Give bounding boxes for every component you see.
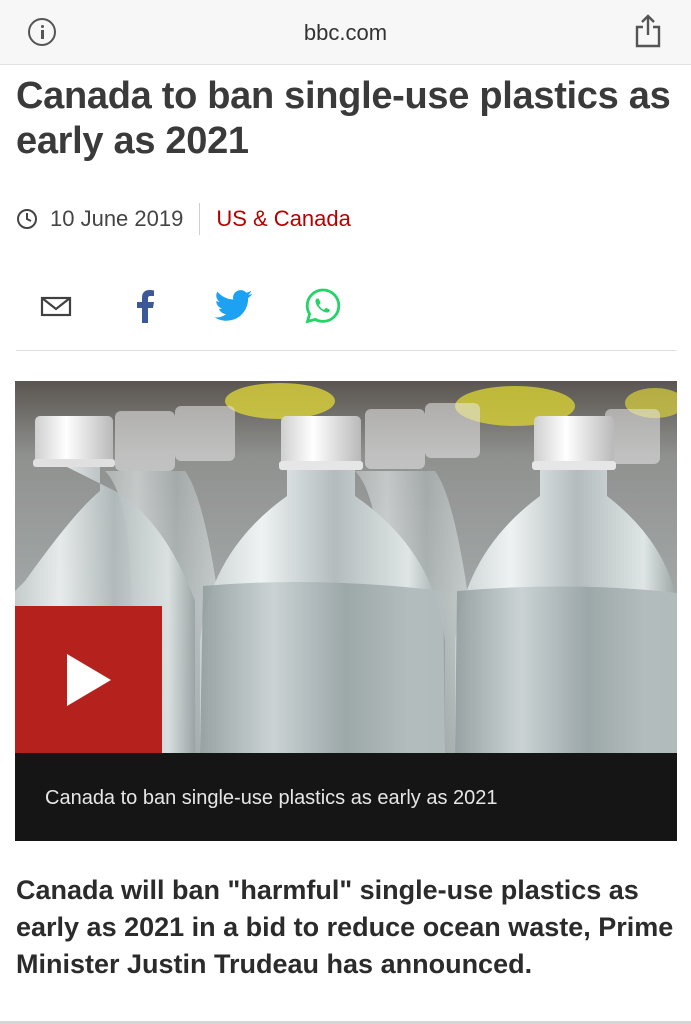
browser-url-bar[interactable]: bbc.com xyxy=(0,0,691,65)
share-tools xyxy=(16,284,676,328)
whatsapp-icon xyxy=(305,288,341,324)
whatsapp-share-button[interactable] xyxy=(301,284,345,328)
play-icon xyxy=(66,653,111,706)
twitter-icon xyxy=(215,290,253,321)
section-link[interactable]: US & Canada xyxy=(216,206,351,232)
facebook-icon xyxy=(137,290,154,323)
video-player[interactable]: Canada to ban single-use plastics as ear… xyxy=(15,381,677,841)
meta-divider xyxy=(199,203,201,235)
share-divider xyxy=(16,350,676,351)
email-share-button[interactable] xyxy=(34,284,78,328)
video-caption: Canada to ban single-use plastics as ear… xyxy=(45,787,498,809)
article-headline: Canada to ban single-use plastics as ear… xyxy=(16,75,671,162)
facebook-share-button[interactable] xyxy=(123,284,167,328)
article-meta: 10 June 2019 US & Canada xyxy=(16,202,351,236)
article-intro: Canada will ban "harmful" single-use pla… xyxy=(16,875,674,979)
email-icon xyxy=(40,296,72,317)
clock-icon xyxy=(17,209,37,229)
site-domain[interactable]: bbc.com xyxy=(0,20,691,46)
share-icon[interactable] xyxy=(634,14,662,48)
twitter-share-button[interactable] xyxy=(212,284,256,328)
publish-date: 10 June 2019 xyxy=(50,206,184,231)
play-button[interactable] xyxy=(15,606,162,753)
